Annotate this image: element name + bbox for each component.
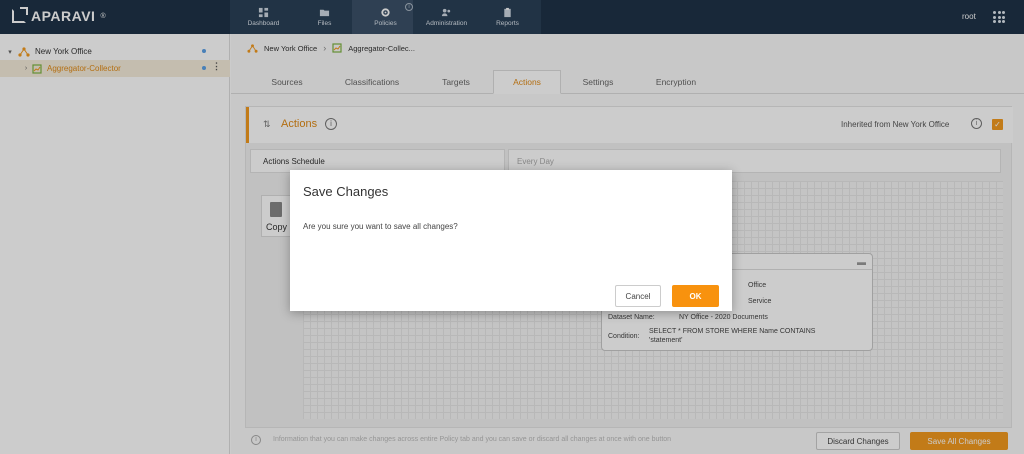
ok-button[interactable]: OK	[672, 285, 719, 307]
dialog-message: Are you sure you want to save all change…	[303, 222, 458, 231]
cancel-button[interactable]: Cancel	[615, 285, 661, 307]
dialog-title: Save Changes	[303, 184, 389, 199]
save-changes-dialog: Save Changes Are you sure you want to sa…	[290, 170, 732, 311]
